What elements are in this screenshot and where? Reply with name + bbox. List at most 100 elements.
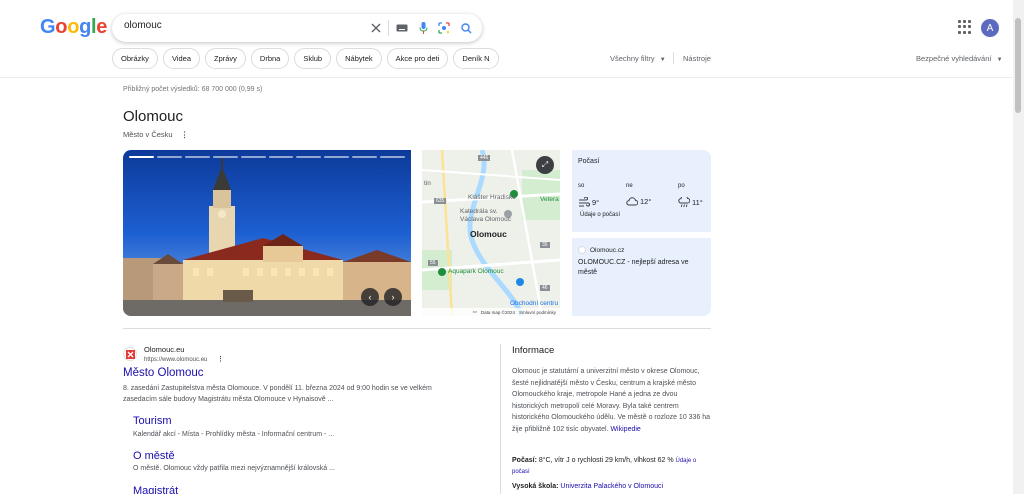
site-card-text: OLOMOUC.CZ - nejlepší adresa ve městě (578, 259, 689, 276)
result-url[interactable]: https://www.olomouc.eu ⋮ (144, 355, 224, 363)
wikipedia-link[interactable]: Wikipedie (610, 426, 640, 433)
weather-temp-1-value: 9° (592, 197, 600, 207)
weather-temp-3: 11° (678, 197, 703, 208)
weather-temp-3-value: 11° (692, 198, 703, 207)
chip-denik-n[interactable]: Deník N (453, 48, 499, 69)
map-terms-link[interactable]: Smluvní podmínky (519, 310, 556, 315)
map-road-35: 35 (540, 242, 550, 248)
photo-next-button[interactable]: › (384, 288, 402, 306)
site-card-domain: Olomouc.cz (590, 246, 625, 254)
knowledge-panel-subtitle-text: Město v Česku (123, 130, 173, 139)
apps-grid-icon[interactable] (958, 20, 972, 34)
fact-university-label: Vysoká škola: (512, 483, 559, 490)
scrollbar-thumb[interactable] (1015, 18, 1021, 113)
knowledge-panel-subtitle: Město v Česku ⋮ (123, 130, 188, 139)
search-box (112, 14, 482, 42)
weather-day-3: po (678, 183, 685, 189)
panel-divider (123, 328, 711, 329)
site-card[interactable]: Olomouc.cz OLOMOUC.CZ - nejlepší adresa … (572, 238, 711, 316)
rain-icon (678, 197, 690, 208)
lens-icon[interactable] (436, 20, 452, 36)
fact-university: Vysoká škola: Univerzita Palackého v Olo… (512, 482, 712, 493)
sublink-o-meste-snippet: O městě. Olomouc vždy patřila mezi nejvý… (133, 465, 335, 472)
chip-akce-pro-deti[interactable]: Akce pro deti (386, 48, 449, 69)
map-label-aquapark: Aquapark Olomouc (448, 268, 504, 275)
safe-search-button[interactable]: Bezpečné vyhledávání ▼ (916, 54, 1003, 63)
weather-data-link[interactable]: Údaje o počasí (580, 212, 620, 218)
caret-down-icon: ▼ (659, 57, 666, 63)
map-data-credit: Data map ©2024 (480, 309, 515, 315)
chip-images[interactable]: Obrázky (112, 48, 158, 69)
wind-icon (579, 197, 590, 207)
site-card-header: Olomouc.cz (578, 246, 624, 254)
safe-search-label: Bezpečné vyhledávání (916, 54, 992, 63)
city-map[interactable]: Klášter Hradisko Katedrála sv. Václava O… (422, 150, 560, 316)
sublink-magistrat[interactable]: Magistrát (133, 485, 178, 494)
google-logo[interactable]: Google (40, 16, 107, 39)
weather-day-2: ne (626, 183, 633, 189)
sublink-tourism[interactable]: Tourism (133, 415, 172, 427)
olomouc-eu-favicon (123, 347, 137, 361)
search-icon[interactable] (458, 20, 474, 36)
filter-chips: Obrázky Videa Zprávy Drbna Sklub Nábytek… (112, 48, 499, 69)
map-city-label: Olomouc (470, 229, 507, 239)
result-site-name[interactable]: Olomouc.eu (144, 345, 184, 354)
header-divider (0, 77, 1012, 78)
tools-button[interactable]: Nástroje (683, 54, 711, 63)
map-label-tin: tin (424, 180, 431, 187)
clear-icon[interactable] (368, 20, 384, 36)
info-description-text: Olomouc je statutární a univerzitní měst… (512, 368, 711, 433)
sublink-o-meste[interactable]: O městě (133, 450, 175, 462)
fact-weather-value: 8°C, vítr J o rychlosti 29 km/h, vlhkost… (538, 457, 674, 464)
avatar[interactable]: A (981, 19, 999, 37)
map-label-klaster: Klášter Hradisko (468, 194, 516, 201)
search-input[interactable] (124, 20, 354, 31)
more-options-icon[interactable]: ⋮ (181, 130, 189, 139)
cloud-icon (626, 197, 638, 206)
fact-weather-label: Počasí: (512, 457, 537, 464)
weather-temp-2-value: 12° (640, 197, 652, 206)
map-label-katedrala: Katedrála sv. Václava Olomouc (460, 208, 511, 223)
all-filters-button[interactable]: Všechny filtry ▼ (610, 54, 666, 63)
result-stats: Přibližný počet výsledků: 68 700 000 (0,… (123, 86, 263, 93)
knowledge-panel-title: Olomouc (123, 108, 184, 125)
caret-down-icon: ▼ (996, 57, 1003, 63)
fact-university-link[interactable]: Univerzita Palackého v Olomouci (560, 483, 663, 490)
photo-prev-button[interactable]: ‹ (361, 288, 379, 306)
info-heading: Informace (512, 345, 555, 356)
weather-title: Počasí (578, 158, 600, 165)
map-label-obchodni: Obchodní centru (510, 300, 559, 307)
result-more-icon[interactable]: ⋮ (217, 356, 224, 363)
map-label-vetera: Vetera (540, 196, 559, 203)
weather-temp-1: 9° (578, 197, 599, 207)
expand-map-icon[interactable]: ⤢ (536, 156, 554, 174)
city-photo[interactable]: ‹ › (123, 150, 411, 316)
chip-videos[interactable]: Videa (162, 48, 200, 69)
weather-card[interactable]: Počasí so ne po 9° 12° 11° Údaje o počas… (572, 150, 711, 232)
toolbar-divider (673, 52, 674, 64)
map-footer: ▭ Data map ©2024 Smluvní podmínky (422, 308, 560, 316)
column-divider (500, 344, 501, 494)
map-keyboard-icon[interactable]: ▭ (473, 309, 477, 315)
weather-temp-2: 12° (626, 197, 651, 206)
result-title-link[interactable]: Město Olomouc (123, 367, 204, 379)
result-url-text: https://www.olomouc.eu (144, 357, 208, 363)
keyboard-icon[interactable] (394, 20, 410, 36)
fact-weather: Počasí: 8°C, vítr J o rychlosti 29 km/h,… (512, 456, 712, 477)
map-road-55: 55 (428, 260, 438, 266)
chip-news[interactable]: Zprávy (204, 48, 246, 69)
weather-day-1: so (578, 183, 585, 189)
photo-progress-bars (129, 156, 406, 158)
site-card-favicon (578, 246, 586, 254)
chip-sklub[interactable]: Sklub (294, 48, 332, 69)
search-divider (388, 20, 389, 36)
microphone-icon[interactable] (415, 20, 431, 36)
map-road-46: 46 (540, 285, 550, 291)
all-filters-label: Všechny filtry (610, 54, 655, 63)
info-description: Olomouc je statutární a univerzitní měst… (512, 366, 712, 435)
map-road-446: 446 (478, 155, 491, 161)
chip-nabytek[interactable]: Nábytek (336, 48, 382, 69)
result-snippet: 8. zasedání Zastupitelstva města Olomouc… (123, 385, 432, 403)
sublink-tourism-snippet: Kalendář akcí - Místa - Prohlídky města … (133, 431, 335, 438)
chip-drbna[interactable]: Drbna (250, 48, 290, 69)
